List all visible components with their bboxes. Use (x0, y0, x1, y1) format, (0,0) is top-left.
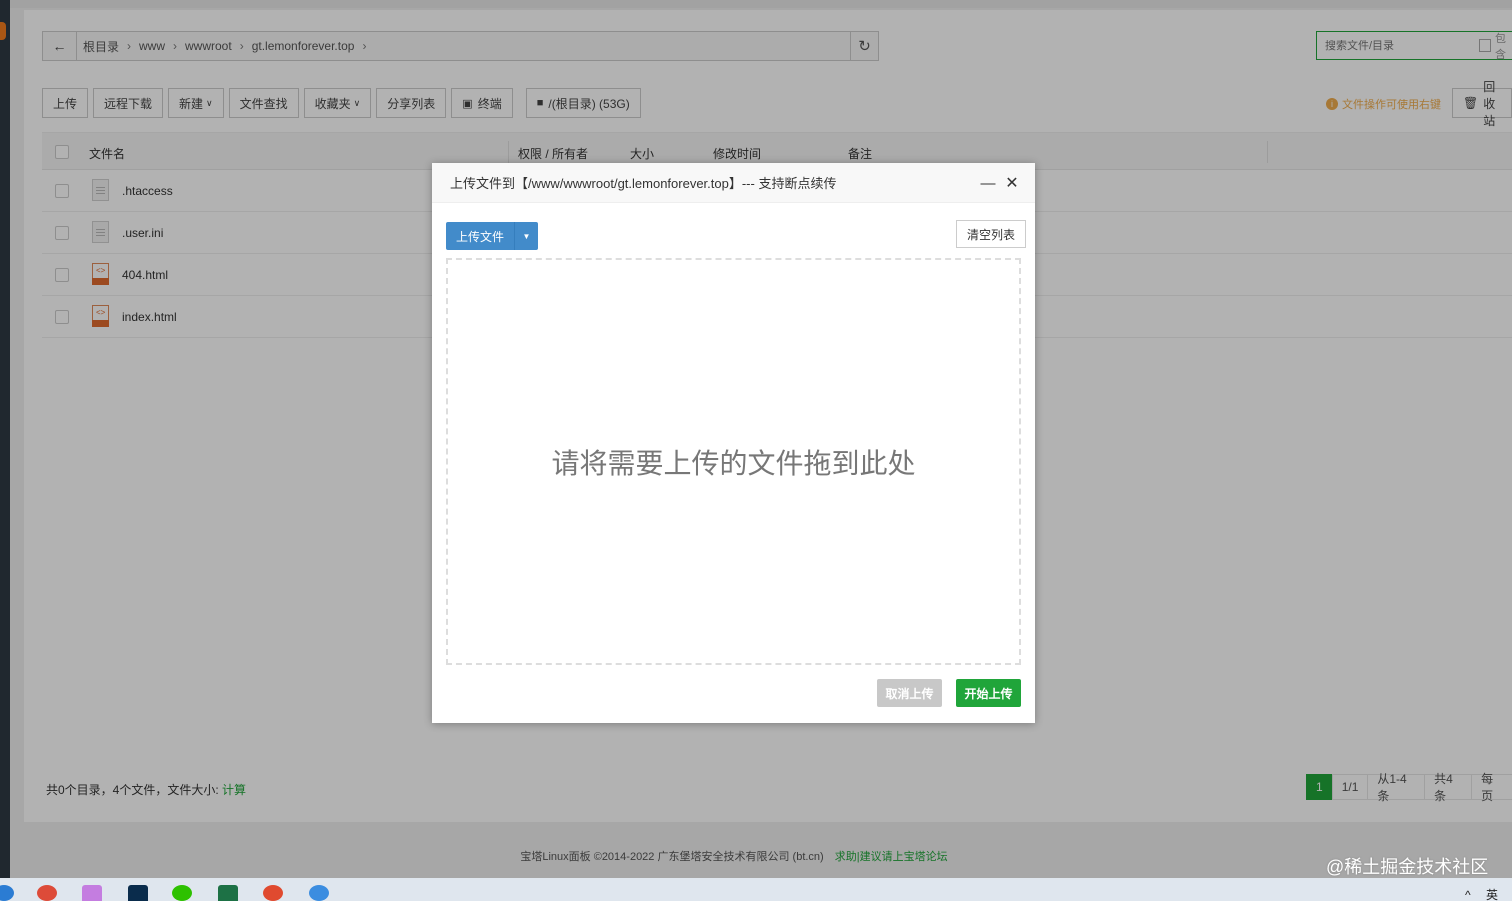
chrome-icon[interactable] (37, 885, 57, 901)
taskbar: ^ 英 (0, 878, 1512, 901)
browser-icon[interactable] (263, 885, 283, 901)
app-icon[interactable] (82, 885, 102, 901)
close-icon[interactable]: ✕ (1004, 173, 1020, 193)
watermark: @稀土掘金技术社区 (1326, 857, 1489, 877)
clear-list-button[interactable]: 清空列表 (956, 220, 1027, 248)
caret-down-icon[interactable]: ▼ (515, 222, 539, 250)
start-icon[interactable] (0, 885, 14, 901)
drop-zone-text: 请将需要上传的文件拖到此处 (551, 446, 916, 480)
system-tray[interactable]: ^ 英 (1465, 886, 1504, 901)
upload-file-button[interactable]: 上传文件 (446, 222, 516, 250)
minimize-icon[interactable]: — (980, 175, 996, 192)
upload-file-button-group: 上传文件 ▼ (446, 222, 539, 250)
cancel-upload-button[interactable]: 取消上传 (877, 679, 942, 707)
start-upload-button[interactable]: 开始上传 (956, 679, 1021, 707)
upload-dialog: 上传文件到【/www/wwwroot/gt.lemonforever.top】-… (432, 163, 1035, 723)
wechat-icon[interactable] (172, 885, 192, 901)
search-app-icon[interactable] (309, 885, 329, 901)
photoshop-icon[interactable] (128, 885, 148, 901)
excel-icon[interactable] (218, 885, 238, 901)
drop-zone[interactable]: 请将需要上传的文件拖到此处 (446, 258, 1021, 665)
dialog-title: 上传文件到【/www/wwwroot/gt.lemonforever.top】-… (432, 163, 1035, 203)
